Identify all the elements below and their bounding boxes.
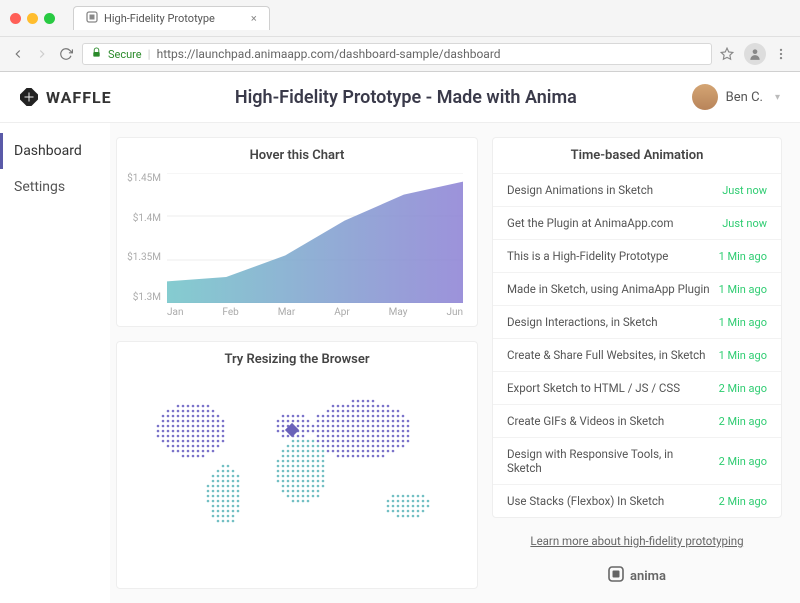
sidebar: Dashboard Settings bbox=[0, 123, 110, 603]
map-card: Try Resizing the Browser bbox=[116, 341, 478, 589]
profile-icon[interactable] bbox=[744, 43, 766, 65]
anima-label: anima bbox=[630, 569, 666, 584]
map-marker[interactable] bbox=[285, 423, 299, 437]
learn-more-link[interactable]: Learn more about high-fidelity prototypi… bbox=[492, 534, 782, 548]
back-button[interactable] bbox=[10, 46, 26, 62]
list-item-time: 2 Min ago bbox=[719, 415, 767, 428]
lock-icon bbox=[91, 47, 102, 61]
list-item-text: This is a High-Fidelity Prototype bbox=[507, 249, 668, 263]
list-item-text: Export Sketch to HTML / JS / CSS bbox=[507, 381, 680, 395]
list-item-text: Design Animations in Sketch bbox=[507, 183, 653, 197]
user-menu[interactable]: Ben C. ▾ bbox=[692, 84, 780, 110]
list-item-text: Made in Sketch, using AnimaApp Plugin bbox=[507, 282, 710, 296]
map-title: Try Resizing the Browser bbox=[117, 342, 477, 377]
page-title: High-Fidelity Prototype - Made with Anim… bbox=[120, 87, 692, 108]
list-item[interactable]: Made in Sketch, using AnimaApp Plugin 1 M… bbox=[493, 272, 781, 305]
url-text: https://launchpad.animaapp.com/dashboard… bbox=[157, 47, 501, 61]
avatar bbox=[692, 84, 718, 110]
tab-title: High-Fidelity Prototype bbox=[104, 12, 215, 25]
timeline-title: Time-based Animation bbox=[493, 138, 781, 173]
list-item-time: Just now bbox=[722, 184, 767, 197]
browser-tab[interactable]: High-Fidelity Prototype × bbox=[73, 6, 270, 30]
list-item-text: Design with Responsive Tools, in Sketch bbox=[507, 447, 711, 475]
window-close-button[interactable] bbox=[10, 13, 21, 24]
list-item-time: 1 Min ago bbox=[719, 283, 767, 296]
x-axis-labels: Jan Feb Mar Apr May Jun bbox=[117, 303, 477, 318]
y-axis-labels: $1.45M $1.4M $1.35M $1.3M bbox=[123, 173, 161, 303]
address-bar[interactable]: Secure | https://launchpad.animaapp.com/… bbox=[82, 43, 712, 65]
browser-chrome: High-Fidelity Prototype × Secure | https… bbox=[0, 0, 800, 72]
chevron-down-icon: ▾ bbox=[775, 92, 780, 103]
chart-title: Hover this Chart bbox=[117, 138, 477, 173]
list-item-time: 2 Min ago bbox=[719, 455, 767, 468]
list-item[interactable]: Design Animations in Sketch Just now bbox=[493, 173, 781, 206]
list-item[interactable]: Get the Plugin at AnimaApp.com Just now bbox=[493, 206, 781, 239]
close-icon[interactable]: × bbox=[251, 12, 257, 25]
app-header: WAFFLE High-Fidelity Prototype - Made wi… bbox=[0, 72, 800, 123]
list-item-text: Design Interactions, in Sketch bbox=[507, 315, 658, 329]
list-item-time: 1 Min ago bbox=[719, 349, 767, 362]
list-item-time: 1 Min ago bbox=[719, 250, 767, 263]
list-item[interactable]: Export Sketch to HTML / JS / CSS 2 Min ag… bbox=[493, 371, 781, 404]
list-item-text: Get the Plugin at AnimaApp.com bbox=[507, 216, 673, 230]
list-item-text: Create GIFs & Videos in Sketch bbox=[507, 414, 664, 428]
list-item[interactable]: This is a High-Fidelity Prototype 1 Min a… bbox=[493, 239, 781, 272]
window-minimize-button[interactable] bbox=[27, 13, 38, 24]
chart-card: Hover this Chart $1.45M $1.4M $1.35M $1.… bbox=[116, 137, 478, 327]
list-item[interactable]: Design Interactions, in Sketch 1 Min ago bbox=[493, 305, 781, 338]
list-item[interactable]: Create GIFs & Videos in Sketch 2 Min ago bbox=[493, 404, 781, 437]
main-content: Hover this Chart $1.45M $1.4M $1.35M $1.… bbox=[110, 123, 800, 603]
timeline-card: Time-based Animation Design Animations i… bbox=[492, 137, 782, 518]
window-maximize-button[interactable] bbox=[44, 13, 55, 24]
anima-brand[interactable]: anima bbox=[492, 566, 782, 586]
brand-name: WAFFLE bbox=[46, 88, 112, 107]
user-name: Ben C. bbox=[726, 90, 763, 105]
list-item[interactable]: Use Stacks (Flexbox) In Sketch 2 Min ago bbox=[493, 484, 781, 517]
sidebar-item-settings[interactable]: Settings bbox=[0, 169, 110, 205]
list-item-time: 2 Min ago bbox=[719, 495, 767, 508]
list-item[interactable]: Design with Responsive Tools, in Sketch 2… bbox=[493, 437, 781, 484]
list-item-time: Just now bbox=[722, 217, 767, 230]
secure-label: Secure bbox=[108, 48, 142, 61]
world-map[interactable] bbox=[117, 377, 477, 557]
waffle-icon bbox=[20, 88, 38, 106]
brand-logo[interactable]: WAFFLE bbox=[20, 88, 120, 107]
tab-favicon bbox=[86, 11, 98, 26]
list-item[interactable]: Create & Share Full Websites, in Sketch 1… bbox=[493, 338, 781, 371]
forward-button[interactable] bbox=[34, 46, 50, 62]
sidebar-item-dashboard[interactable]: Dashboard bbox=[0, 133, 110, 169]
star-icon[interactable] bbox=[720, 46, 736, 62]
area-chart[interactable]: $1.45M $1.4M $1.35M $1.3M bbox=[117, 173, 477, 303]
list-item-text: Create & Share Full Websites, in Sketch bbox=[507, 348, 706, 362]
reload-button[interactable] bbox=[58, 46, 74, 62]
list-item-text: Use Stacks (Flexbox) In Sketch bbox=[507, 494, 664, 508]
anima-icon bbox=[608, 566, 624, 586]
menu-icon[interactable] bbox=[774, 46, 790, 62]
list-item-time: 1 Min ago bbox=[719, 316, 767, 329]
list-item-time: 2 Min ago bbox=[719, 382, 767, 395]
